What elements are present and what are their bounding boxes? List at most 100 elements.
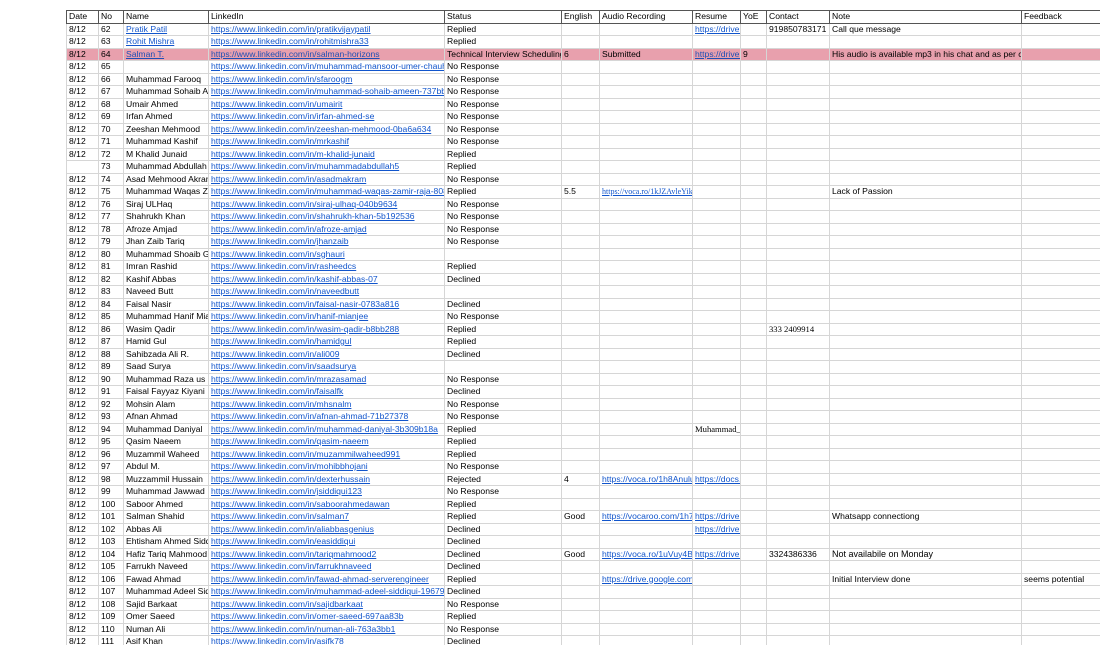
feedback-cell[interactable]: [1021, 97, 1100, 111]
english-cell[interactable]: [561, 235, 600, 249]
yoe-cell[interactable]: [740, 247, 767, 261]
linkedin-cell[interactable]: https://www.linkedin.com/in/rasheedcs: [208, 260, 445, 274]
linkedin-cell[interactable]: https://www.linkedin.com/in/aliabbasgeni…: [208, 522, 445, 536]
name-cell[interactable]: Sahibzada Ali R.: [123, 347, 209, 361]
table-row[interactable]: 8/12 104 Hafiz Tariq Mahmood https://www.li…: [66, 547, 1100, 561]
status-cell[interactable]: [444, 360, 562, 374]
audio-cell[interactable]: [599, 235, 693, 249]
table-row[interactable]: 8/12 84 Faisal Nasir https://www.linkedin.c…: [66, 297, 1100, 311]
audio-cell[interactable]: [599, 385, 693, 399]
linkedin-link[interactable]: https://www.linkedin.com/in/tariqmahmood…: [211, 549, 376, 559]
name-cell[interactable]: Faisal Nasir: [123, 297, 209, 311]
no-cell[interactable]: 72: [98, 147, 124, 161]
yoe-cell[interactable]: [740, 585, 767, 599]
note-cell[interactable]: [829, 485, 1022, 499]
name-cell[interactable]: Muzammil Waheed: [123, 447, 209, 461]
resume-cell[interactable]: [692, 122, 741, 136]
linkedin-cell[interactable]: https://www.linkedin.com/in/mrazasamad: [208, 372, 445, 386]
name-cell[interactable]: Rohit Mishra: [123, 35, 209, 49]
note-cell[interactable]: [829, 397, 1022, 411]
resume-cell[interactable]: [692, 60, 741, 74]
yoe-cell[interactable]: [740, 597, 767, 611]
no-cell[interactable]: 103: [98, 535, 124, 549]
resume-cell[interactable]: [692, 235, 741, 249]
feedback-cell[interactable]: [1021, 260, 1100, 274]
english-cell[interactable]: [561, 210, 600, 224]
english-cell[interactable]: [561, 35, 600, 49]
yoe-cell[interactable]: [740, 460, 767, 474]
resume-cell[interactable]: [692, 372, 741, 386]
linkedin-cell[interactable]: https://www.linkedin.com/in/saboorahmeda…: [208, 497, 445, 511]
linkedin-link[interactable]: https://www.linkedin.com/in/irfan-ahmed-…: [211, 111, 374, 121]
linkedin-link[interactable]: https://www.linkedin.com/in/muhammad-dan…: [211, 424, 438, 434]
contact-cell[interactable]: [766, 610, 830, 624]
note-cell[interactable]: [829, 472, 1022, 486]
status-cell[interactable]: No Response: [444, 235, 562, 249]
table-row[interactable]: 8/12 88 Sahibzada Ali R. https://www.linked…: [66, 347, 1100, 361]
date-cell[interactable]: 8/12: [66, 347, 99, 361]
linkedin-link[interactable]: https://www.linkedin.com/in/asifk78: [211, 636, 344, 645]
status-cell[interactable]: Declined: [444, 347, 562, 361]
note-cell[interactable]: Lack of Passion: [829, 185, 1022, 199]
note-cell[interactable]: Not availabile on Monday: [829, 547, 1022, 561]
date-cell[interactable]: 8/12: [66, 372, 99, 386]
english-cell[interactable]: [561, 372, 600, 386]
linkedin-cell[interactable]: https://www.linkedin.com/in/asifk78: [208, 635, 445, 645]
column-header-contact[interactable]: Contact: [766, 10, 830, 24]
linkedin-link[interactable]: https://www.linkedin.com/in/muzammilwahe…: [211, 449, 400, 459]
english-cell[interactable]: [561, 560, 600, 574]
no-cell[interactable]: 82: [98, 272, 124, 286]
yoe-cell[interactable]: [740, 97, 767, 111]
audio-cell[interactable]: [599, 285, 693, 299]
table-row[interactable]: 8/12 80 Muhammad Shoaib Gl https://www.link…: [66, 247, 1100, 261]
no-cell[interactable]: 108: [98, 597, 124, 611]
status-cell[interactable]: Replied: [444, 22, 562, 36]
yoe-cell[interactable]: [740, 60, 767, 74]
no-cell[interactable]: 62: [98, 22, 124, 36]
resume-cell[interactable]: [692, 385, 741, 399]
name-cell[interactable]: Faisal Fayyaz Kiyani: [123, 385, 209, 399]
linkedin-link[interactable]: https://www.linkedin.com/in/muhammadabdu…: [211, 161, 399, 171]
date-cell[interactable]: 8/12: [66, 397, 99, 411]
name-cell[interactable]: Muhammad Sohaib Ar: [123, 85, 209, 99]
feedback-cell[interactable]: [1021, 435, 1100, 449]
english-cell[interactable]: [561, 335, 600, 349]
linkedin-cell[interactable]: https://www.linkedin.com/in/qasim-naeem: [208, 435, 445, 449]
linkedin-cell[interactable]: https://www.linkedin.com/in/saadsurya: [208, 360, 445, 374]
english-cell[interactable]: [561, 635, 600, 645]
date-cell[interactable]: [66, 160, 99, 174]
column-header-yoe[interactable]: YoE: [740, 10, 767, 24]
name-cell[interactable]: Muhammad Daniyal: [123, 422, 209, 436]
note-cell[interactable]: [829, 522, 1022, 536]
english-cell[interactable]: [561, 197, 600, 211]
no-cell[interactable]: 92: [98, 397, 124, 411]
status-cell[interactable]: Declined: [444, 585, 562, 599]
name-cell[interactable]: Muhammad Waqas Za: [123, 185, 209, 199]
note-cell[interactable]: [829, 272, 1022, 286]
date-cell[interactable]: 8/12: [66, 60, 99, 74]
table-row[interactable]: 8/12 67 Muhammad Sohaib Ar https://www.link…: [66, 85, 1100, 99]
status-cell[interactable]: Replied: [444, 510, 562, 524]
feedback-cell[interactable]: [1021, 72, 1100, 86]
feedback-cell[interactable]: [1021, 147, 1100, 161]
audio-cell[interactable]: [599, 322, 693, 336]
linkedin-cell[interactable]: https://www.linkedin.com/in/faisal-nasir…: [208, 297, 445, 311]
yoe-cell[interactable]: [740, 510, 767, 524]
resume-cell[interactable]: [692, 497, 741, 511]
table-row[interactable]: 8/12 71 Muhammad Kashif https://www.linkedi…: [66, 135, 1100, 149]
linkedin-cell[interactable]: https://www.linkedin.com/in/muhammad-ade…: [208, 585, 445, 599]
yoe-cell[interactable]: [740, 535, 767, 549]
table-row[interactable]: 73 Muhammad Abdullah https://www.linkedin.…: [66, 160, 1100, 174]
audio-cell[interactable]: https://voca.ro/1h8Anulu: [599, 472, 693, 486]
date-cell[interactable]: 8/12: [66, 622, 99, 636]
linkedin-cell[interactable]: https://www.linkedin.com/in/afroze-amjad: [208, 222, 445, 236]
linkedin-cell[interactable]: https://www.linkedin.com/in/sghauri: [208, 247, 445, 261]
audio-cell[interactable]: [599, 447, 693, 461]
linkedin-cell[interactable]: https://www.linkedin.com/in/naveedbutt: [208, 285, 445, 299]
status-cell[interactable]: Replied: [444, 322, 562, 336]
name-cell[interactable]: Naveed Butt: [123, 285, 209, 299]
no-cell[interactable]: 77: [98, 210, 124, 224]
table-row[interactable]: 8/12 97 Abdul M. https://www.linkedin.com/i…: [66, 460, 1100, 474]
linkedin-link[interactable]: https://www.linkedin.com/in/saboorahmeda…: [211, 499, 390, 509]
status-cell[interactable]: Replied: [444, 610, 562, 624]
